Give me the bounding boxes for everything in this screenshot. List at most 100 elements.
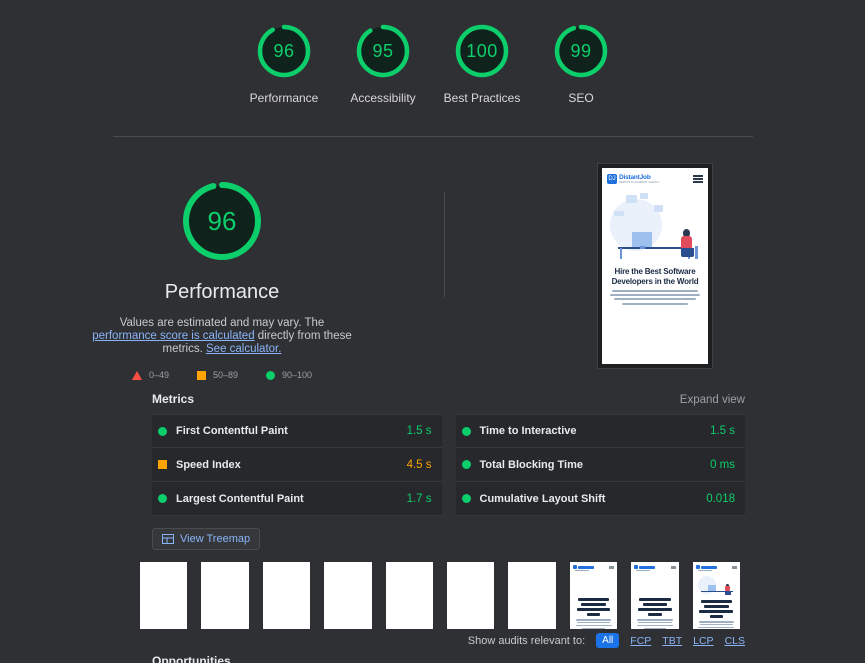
legend-item-square: 50–89 [196, 370, 238, 380]
legend-range: 0–49 [148, 370, 169, 380]
audit-filter-option-fcp[interactable]: FCP [630, 635, 651, 647]
calculator-link[interactable]: See calculator. [206, 343, 281, 355]
hamburger-icon [693, 175, 703, 183]
view-treemap-button[interactable]: View Treemap [152, 528, 261, 550]
filmstrip-frame[interactable] [692, 562, 741, 629]
metric-name: Cumulative Layout Shift [479, 492, 606, 505]
score-item-accessibility[interactable]: 95 Accessibility [334, 20, 433, 105]
legend-item-circle: 90–100 [266, 370, 312, 380]
lighthouse-report: 96 Performance 95 Accessibility 100 Best Prac… [0, 0, 865, 663]
filmstrip-frame[interactable] [569, 562, 618, 629]
filmstrip-frame[interactable] [262, 562, 311, 629]
performance-title: Performance [164, 281, 280, 303]
site-headline: Hire the Best Software Developers in the… [611, 267, 699, 286]
site-logo: DJ DistantJob REMOTE PLACEMENT AGENCY [607, 174, 660, 184]
score-value: 99 [570, 40, 592, 61]
score-label: Accessibility [350, 91, 416, 105]
score-label: Best Practices [443, 91, 521, 105]
metric-rating-average-icon [158, 460, 167, 469]
metrics-heading: Metrics [152, 392, 195, 406]
metric-row[interactable]: Speed Index 4.5 s [152, 448, 442, 482]
metric-value: 4.5 s [406, 458, 432, 471]
final-screenshot-wrap: DJ DistantJob REMOTE PLACEMENT AGENCY Hi… [445, 160, 865, 380]
legend-swatch-triangle-icon [131, 370, 142, 380]
audit-filter-option-cls[interactable]: CLS [725, 635, 745, 647]
frame-paragraph [698, 621, 735, 629]
performance-section: 96 Performance Values are estimated and … [0, 160, 865, 380]
legend-range: 90–100 [282, 370, 313, 380]
metric-value: 1.5 s [406, 425, 432, 437]
performance-description: Values are estimated and may vary. The p… [88, 317, 356, 356]
score-item-seo[interactable]: 99 SEO [532, 20, 631, 105]
performance-score-link[interactable]: performance score is calculated [92, 330, 254, 342]
score-legend: 0–49 50–89 90–100 [0, 370, 444, 380]
legend-swatch-square-icon [196, 370, 206, 380]
frame-headline [635, 598, 674, 617]
gauge-1[interactable]: 95 [352, 20, 414, 82]
filmstrip-frame[interactable] [447, 562, 495, 629]
score-value: 100 [466, 40, 498, 61]
score-value: 95 [372, 40, 394, 61]
view-treemap-label: View Treemap [180, 533, 251, 545]
audit-filter-option-lcp[interactable]: LCP [693, 635, 713, 647]
metric-value: 0 ms [710, 458, 735, 471]
gauge-2[interactable]: 100 [451, 20, 513, 82]
metrics-column-left: First Contentful Paint 1.5 s Speed Index 4.… [152, 414, 442, 516]
score-label: SEO [568, 91, 594, 105]
metric-row[interactable]: Largest Contentful Paint 1.7 s [152, 482, 442, 516]
site-paragraph [608, 290, 702, 305]
expand-view-toggle[interactable]: Expand view [680, 394, 745, 406]
gauge-0[interactable]: 96 [253, 20, 315, 82]
filmstrip-frame[interactable] [385, 562, 434, 629]
filmstrip [140, 562, 741, 629]
logo-mark-icon: DJ [607, 174, 617, 184]
filmstrip-frame[interactable] [508, 562, 556, 629]
metric-row[interactable]: First Contentful Paint 1.5 s [152, 414, 442, 448]
treemap-row: View Treemap [152, 528, 261, 550]
legend-swatch-circle-icon [266, 370, 275, 380]
filmstrip-frame[interactable] [631, 562, 679, 629]
filmstrip-frame[interactable] [201, 562, 249, 629]
metric-row[interactable]: Cumulative Layout Shift 0.018 [455, 482, 745, 516]
treemap-icon [162, 534, 174, 544]
filmstrip-frame[interactable] [324, 562, 372, 629]
metric-name: Total Blocking Time [479, 458, 584, 471]
header-divider [113, 136, 753, 137]
frame-hamburger-icon [732, 565, 738, 569]
metric-row[interactable]: Time to Interactive 1.5 s [455, 414, 745, 448]
gauge-3[interactable]: 99 [550, 20, 612, 82]
metric-name: Speed Index [176, 458, 241, 471]
final-screenshot[interactable]: DJ DistantJob REMOTE PLACEMENT AGENCY Hi… [597, 163, 713, 369]
score-header: 96 Performance 95 Accessibility 100 Best Prac… [0, 0, 865, 105]
frame-hero-illustration [696, 573, 737, 597]
audit-filter-option-all[interactable]: All [596, 633, 620, 648]
frame-paragraph [575, 619, 612, 629]
metric-row[interactable]: Total Blocking Time 0 ms [455, 448, 745, 482]
metric-name: Time to Interactive [479, 425, 577, 437]
audit-filter-options: All FCP TBT LCP CLS [596, 633, 745, 648]
audit-filter-option-tbt[interactable]: TBT [662, 635, 682, 647]
performance-score-value: 96 [207, 205, 237, 236]
hero-illustration [606, 189, 704, 263]
metrics-block: Metrics Expand view First Contentful Pai… [0, 392, 865, 516]
performance-summary: 96 Performance Values are estimated and … [0, 160, 444, 380]
score-value: 96 [273, 40, 295, 61]
performance-gauge[interactable]: 96 [175, 174, 269, 268]
frame-hamburger-icon [670, 565, 676, 569]
filmstrip-frame[interactable] [140, 562, 188, 629]
score-label: Performance [249, 91, 319, 105]
site-brand-tagline: REMOTE PLACEMENT AGENCY [619, 181, 660, 184]
metric-rating-pass-icon [158, 494, 167, 503]
frame-paragraph [636, 619, 673, 629]
score-item-best-practices[interactable]: 100 Best Practices [433, 20, 532, 105]
audit-filter-label: Show audits relevant to: [467, 634, 586, 647]
opportunities-heading: Opportunities [152, 654, 231, 663]
metrics-column-right: Time to Interactive 1.5 s Total Blocking T… [455, 414, 745, 516]
frame-nav [693, 562, 740, 569]
metric-rating-pass-icon [461, 494, 471, 503]
score-item-performance[interactable]: 96 Performance [235, 20, 334, 105]
metric-value: 0.018 [706, 492, 735, 505]
site-brand-name: DistantJob [619, 174, 651, 181]
legend-item-triangle: 0–49 [131, 370, 169, 380]
metric-rating-pass-icon [461, 460, 471, 469]
